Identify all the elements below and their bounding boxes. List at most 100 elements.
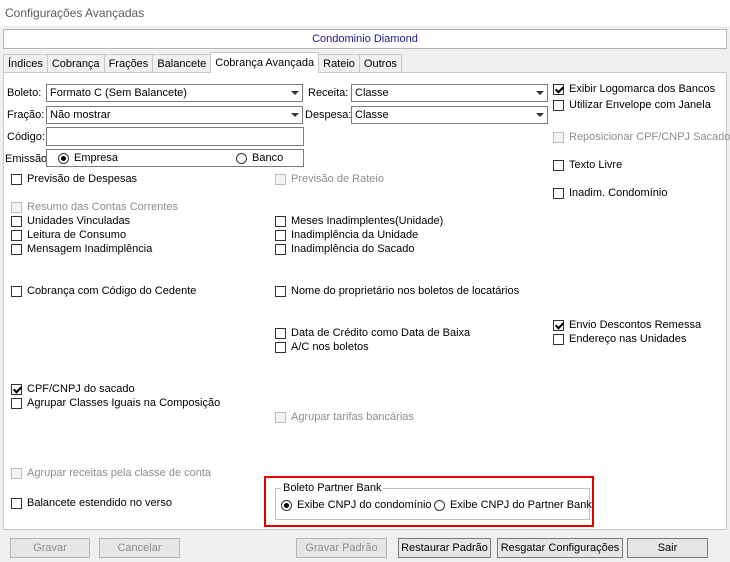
partner-cnpj-condominio-label: Exibe CNPJ do condomínio xyxy=(297,499,432,511)
meses-inadimplentes-label: Meses Inadimplentes(Unidade) xyxy=(291,215,444,227)
partner-cnpj-partner-label: Exibe CNPJ do Partner Bank xyxy=(450,499,592,511)
checkbox-icon xyxy=(275,327,286,339)
gravar-padrao-button[interactable]: Gravar Padrão xyxy=(296,538,387,558)
radio-icon xyxy=(236,152,247,164)
inadimplencia-sacado-label: Inadimplência do Sacado xyxy=(291,243,415,255)
receita-select[interactable]: Classe xyxy=(351,84,548,102)
inadim-condominio-label: Inadim. Condomínio xyxy=(569,187,668,199)
boleto-select[interactable]: Formato C (Sem Balancete) xyxy=(46,84,303,102)
tab-cobranca[interactable]: Cobrança xyxy=(46,54,105,73)
mensagem-inadimplencia-label: Mensagem Inadimplência xyxy=(27,243,153,255)
resumo-contas-checkbox[interactable]: Resumo das Contas Correntes xyxy=(11,201,178,213)
emissao-empresa-radio[interactable]: Empresa xyxy=(58,152,118,164)
checkbox-icon xyxy=(11,229,22,241)
cancelar-button[interactable]: Cancelar xyxy=(99,538,180,558)
tab-cobranca-avancada[interactable]: Cobrança Avançada xyxy=(210,52,320,73)
emissao-label: Emissão: xyxy=(5,153,51,165)
balancete-verso-label: Balancete estendido no verso xyxy=(27,497,172,509)
previsao-despesas-checkbox[interactable]: Previsão de Despesas xyxy=(11,173,137,185)
resgatar-configuracoes-button[interactable]: Resgatar Configurações xyxy=(497,538,623,558)
agrupar-receitas-checkbox[interactable]: Agrupar receitas pela classe de conta xyxy=(11,467,211,479)
leitura-consumo-label: Leitura de Consumo xyxy=(27,229,127,241)
checkbox-icon xyxy=(553,187,564,199)
partner-bank-title: Boleto Partner Bank xyxy=(281,482,384,494)
boleto-value: Formato C (Sem Balancete) xyxy=(50,87,187,99)
emissao-banco-radio[interactable]: Banco xyxy=(236,152,283,164)
checkbox-icon xyxy=(275,341,286,353)
mensagem-inadimplencia-checkbox[interactable]: Mensagem Inadimplência xyxy=(11,243,152,255)
texto-livre-checkbox[interactable]: Texto Livre xyxy=(553,159,622,171)
despesa-label: Despesa: xyxy=(305,109,352,121)
envio-descontos-label: Envio Descontos Remessa xyxy=(569,319,702,331)
previsao-rateio-label: Previsão de Rateio xyxy=(291,173,384,185)
previsao-despesas-label: Previsão de Despesas xyxy=(27,173,138,185)
partner-cnpj-partner-radio[interactable]: Exibe CNPJ do Partner Bank xyxy=(434,499,592,511)
reposicionar-cpf-label: Reposicionar CPF/CNPJ Sacado xyxy=(569,131,730,143)
inadimplencia-sacado-checkbox[interactable]: Inadimplência do Sacado xyxy=(275,243,415,255)
tab-fracoes[interactable]: Frações xyxy=(103,54,154,73)
envio-descontos-checkbox[interactable]: Envio Descontos Remessa xyxy=(553,319,701,331)
fracao-label: Fração: xyxy=(7,109,45,121)
despesa-select[interactable]: Classe xyxy=(351,106,548,124)
radio-icon xyxy=(434,499,445,511)
receita-value: Classe xyxy=(355,87,389,99)
checkbox-icon xyxy=(275,173,286,185)
receita-label: Receita: xyxy=(308,87,349,99)
tab-rateio[interactable]: Rateio xyxy=(318,54,360,73)
inadimplencia-unidade-checkbox[interactable]: Inadimplência da Unidade xyxy=(275,229,418,241)
chevron-down-icon[interactable] xyxy=(532,85,547,101)
tab-indices[interactable]: Índices xyxy=(3,54,48,73)
radio-selected-icon xyxy=(281,499,292,511)
tab-balancete[interactable]: Balancete xyxy=(152,54,212,73)
chevron-down-icon[interactable] xyxy=(532,107,547,123)
endereco-unidades-checkbox[interactable]: Endereço nas Unidades xyxy=(553,333,686,345)
meses-inadimplentes-checkbox[interactable]: Meses Inadimplentes(Unidade) xyxy=(275,215,443,227)
checkbox-icon xyxy=(11,243,22,255)
agrupar-tarifas-checkbox[interactable]: Agrupar tarifas bancárias xyxy=(275,411,414,423)
chevron-down-icon[interactable] xyxy=(287,107,302,123)
inadim-condominio-checkbox[interactable]: Inadim. Condomínio xyxy=(553,187,667,199)
gravar-button[interactable]: Gravar xyxy=(10,538,90,558)
unidades-vinculadas-checkbox[interactable]: Unidades Vinculadas xyxy=(11,215,130,227)
chevron-down-icon[interactable] xyxy=(287,85,302,101)
checkbox-checked-icon xyxy=(553,83,564,95)
ac-boletos-label: A/C nos boletos xyxy=(291,341,369,353)
window-title: Configurações Avançadas xyxy=(5,6,145,20)
exibir-logomarca-checkbox[interactable]: Exibir Logomarca dos Bancos xyxy=(553,83,715,95)
cobranca-codigo-cedente-checkbox[interactable]: Cobrança com Código do Cedente xyxy=(11,285,196,297)
inadimplencia-unidade-label: Inadimplência da Unidade xyxy=(291,229,419,241)
utilizar-envelope-label: Utilizar Envelope com Janela xyxy=(569,99,711,111)
agrupar-receitas-label: Agrupar receitas pela classe de conta xyxy=(27,467,212,479)
data-credito-checkbox[interactable]: Data de Crédito como Data de Baixa xyxy=(275,327,470,339)
cpf-cnpj-sacado-checkbox[interactable]: CPF/CNPJ do sacado xyxy=(11,383,135,395)
fracao-select[interactable]: Não mostrar xyxy=(46,106,303,124)
utilizar-envelope-checkbox[interactable]: Utilizar Envelope com Janela xyxy=(553,99,711,111)
reposicionar-cpf-checkbox[interactable]: Reposicionar CPF/CNPJ Sacado xyxy=(553,131,730,143)
cobranca-codigo-cedente-label: Cobrança com Código do Cedente xyxy=(27,285,197,297)
restaurar-padrao-button[interactable]: Restaurar Padrão xyxy=(398,538,491,558)
checkbox-icon xyxy=(11,201,22,213)
partner-cnpj-condominio-radio[interactable]: Exibe CNPJ do condomínio xyxy=(281,499,432,511)
boleto-label: Boleto: xyxy=(7,87,42,99)
emissao-empresa-label: Empresa xyxy=(74,152,119,164)
checkbox-checked-icon xyxy=(11,383,22,395)
leitura-consumo-checkbox[interactable]: Leitura de Consumo xyxy=(11,229,126,241)
cpf-cnpj-sacado-label: CPF/CNPJ do sacado xyxy=(27,383,135,395)
previsao-rateio-checkbox[interactable]: Previsão de Rateio xyxy=(275,173,384,185)
resumo-contas-label: Resumo das Contas Correntes xyxy=(27,201,179,213)
sair-button[interactable]: Sair xyxy=(627,538,708,558)
checkbox-icon xyxy=(275,243,286,255)
checkbox-icon xyxy=(11,497,22,509)
balancete-verso-checkbox[interactable]: Balancete estendido no verso xyxy=(11,497,172,509)
checkbox-icon xyxy=(275,229,286,241)
agrupar-classes-checkbox[interactable]: Agrupar Classes Iguais na Composição xyxy=(11,397,220,409)
title-bar: Configurações Avançadas xyxy=(0,0,730,26)
nome-proprietario-label: Nome do proprietário nos boletos de loca… xyxy=(291,285,520,297)
endereco-unidades-label: Endereço nas Unidades xyxy=(569,333,687,345)
tab-outros[interactable]: Outros xyxy=(358,54,402,73)
ac-boletos-checkbox[interactable]: A/C nos boletos xyxy=(275,341,369,353)
codigo-input[interactable] xyxy=(46,127,304,146)
nome-proprietario-checkbox[interactable]: Nome do proprietário nos boletos de loca… xyxy=(275,285,519,297)
checkbox-checked-icon xyxy=(553,319,564,331)
despesa-value: Classe xyxy=(355,109,389,121)
